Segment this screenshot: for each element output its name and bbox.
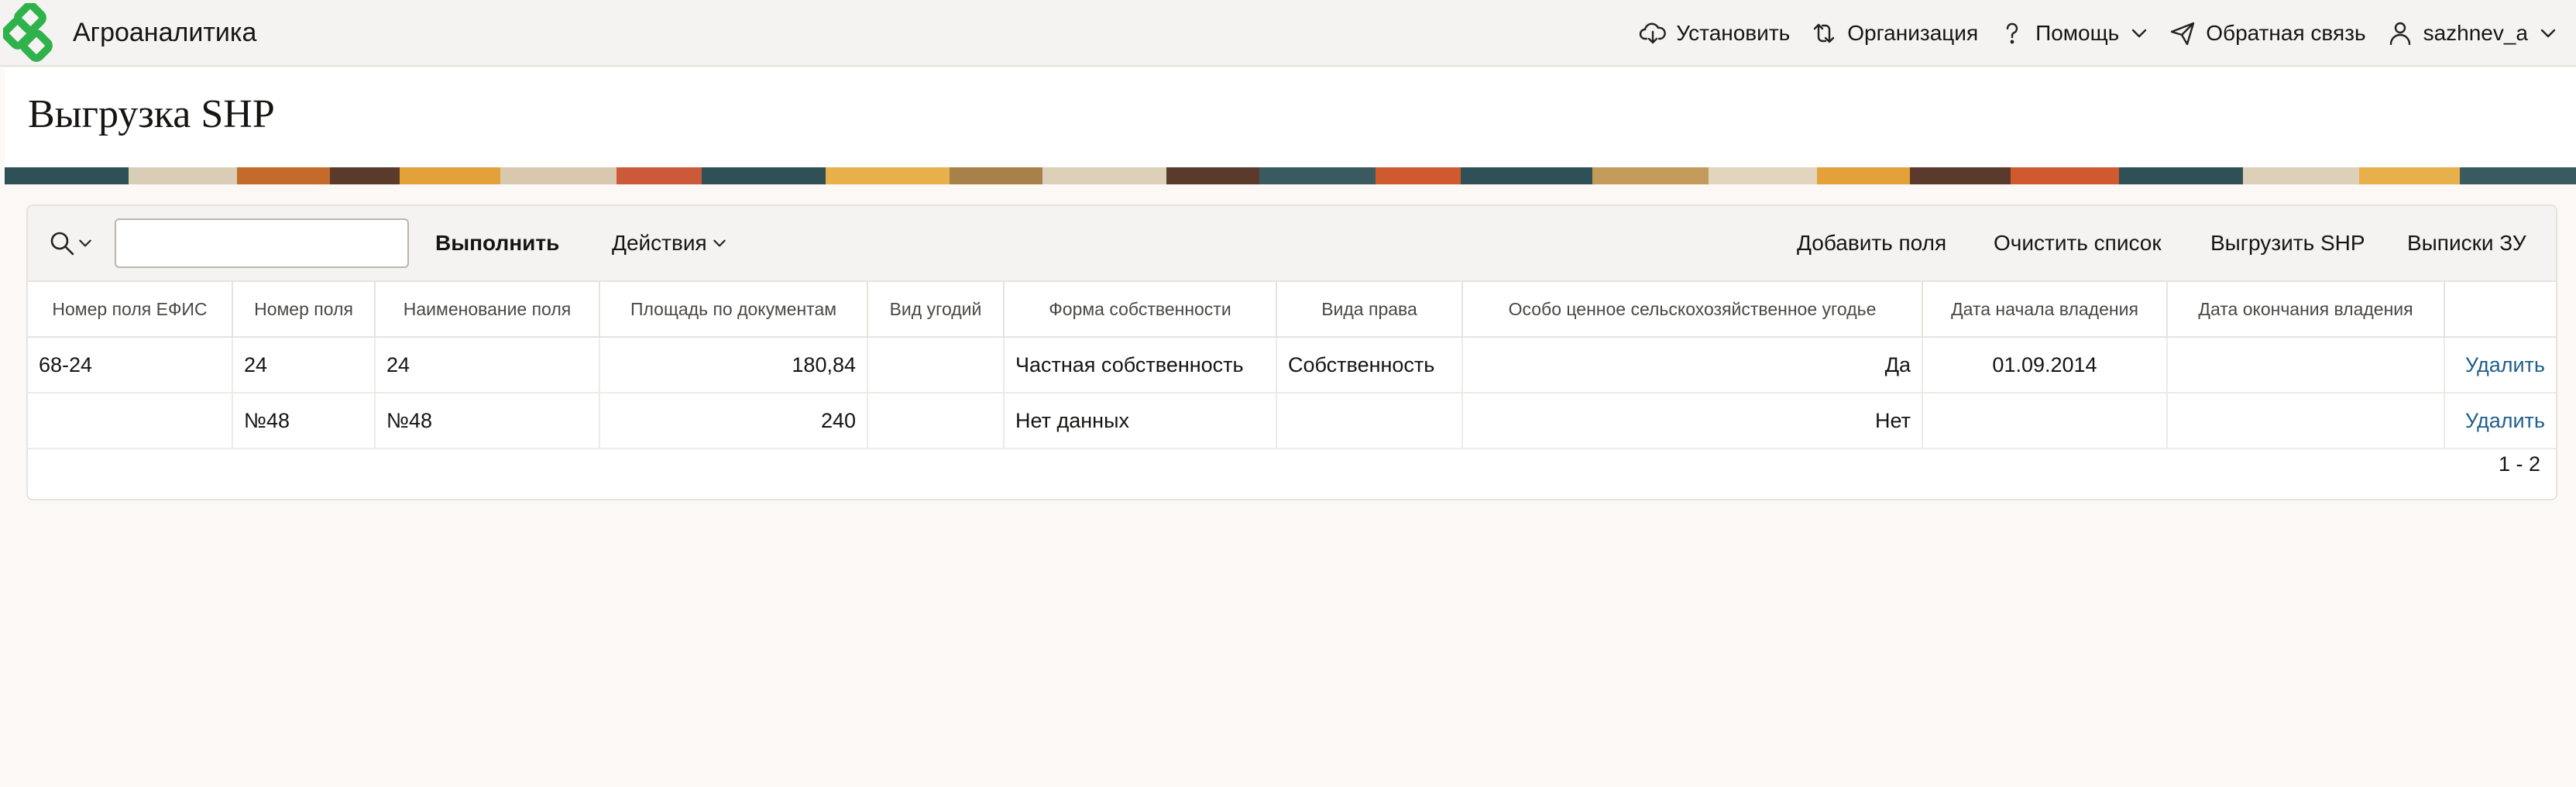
column-header-ownership[interactable]: Форма собственности xyxy=(1004,282,1277,338)
cell-start-date xyxy=(1922,393,2168,449)
report-toolbar: Выполнить Действия Добавить поля Очистит… xyxy=(28,206,2556,282)
column-header-area[interactable]: Площадь по документам xyxy=(599,282,868,338)
table-row: №48 №48 240 Нет данных Нет Удалить xyxy=(28,393,2556,449)
cell-start-date: 01.09.2014 xyxy=(1922,337,2168,394)
delete-link[interactable]: Удалить xyxy=(2465,353,2545,376)
cell-land-type xyxy=(867,337,1005,394)
help-menu[interactable]: Помощь xyxy=(1998,19,2148,47)
actions-menu-button[interactable]: Действия xyxy=(612,225,727,262)
pagination-range: 1 - 2 xyxy=(2498,452,2540,476)
app-name: Агроаналитика xyxy=(73,17,257,47)
cell-end-date xyxy=(2167,337,2445,394)
install-label: Установить xyxy=(1676,21,1791,45)
cell-right-type: Собственность xyxy=(1276,337,1463,394)
swap-arrows-icon xyxy=(1814,23,1835,43)
paper-plane-icon xyxy=(2171,22,2195,46)
land-extracts-button[interactable]: Выписки ЗУ xyxy=(2407,225,2526,262)
feedback-button[interactable]: Обратная связь xyxy=(2169,19,2366,47)
feedback-label: Обратная связь xyxy=(2206,21,2366,45)
cell-field-number: 24 xyxy=(232,337,376,394)
agroanalytics-logo-icon xyxy=(3,3,53,62)
column-header-actions xyxy=(2444,282,2556,338)
report-region: Выполнить Действия Добавить поля Очистит… xyxy=(26,204,2557,500)
organization-label: Организация xyxy=(1847,21,1979,45)
chevron-down-icon xyxy=(79,239,91,247)
table-row: 68-24 24 24 180,84 Частная собственность… xyxy=(28,337,2556,394)
chevron-down-icon xyxy=(2132,29,2147,38)
cell-valuable-land: Да xyxy=(1462,337,1923,394)
run-button[interactable]: Выполнить xyxy=(435,225,559,262)
chevron-down-icon xyxy=(713,239,726,247)
cell-field-number: №48 xyxy=(232,393,376,449)
top-navigation-bar: Агроаналитика Установить Организация Пом… xyxy=(0,0,2576,67)
cell-ownership: Нет данных xyxy=(1004,393,1277,449)
cell-field-name: №48 xyxy=(375,393,600,449)
user-icon xyxy=(2389,22,2410,46)
cell-valuable-land: Нет xyxy=(1462,393,1923,449)
cell-field-name: 24 xyxy=(375,337,600,394)
column-header-end-date[interactable]: Дата окончания владения xyxy=(2167,282,2445,338)
fields-table: Номер поля ЕФИС Номер поля Наименование … xyxy=(28,282,2556,449)
user-name: sazhnev_a xyxy=(2423,21,2528,45)
search-column-menu[interactable] xyxy=(48,228,94,259)
search-input[interactable] xyxy=(115,218,409,268)
delete-link[interactable]: Удалить xyxy=(2465,409,2545,432)
column-header-field-name[interactable]: Наименование поля xyxy=(375,282,600,338)
column-header-field-number[interactable]: Номер поля xyxy=(232,282,376,338)
chevron-down-icon xyxy=(2540,29,2556,38)
decorative-banner xyxy=(5,167,2576,184)
clear-list-button[interactable]: Очистить список xyxy=(1994,225,2162,262)
table-header-row: Номер поля ЕФИС Номер поля Наименование … xyxy=(28,282,2556,338)
cell-area: 240 xyxy=(599,393,868,449)
cell-end-date xyxy=(2167,393,2445,449)
add-fields-button[interactable]: Добавить поля xyxy=(1797,225,1946,262)
column-header-valuable-land[interactable]: Особо ценное сельскохозяйственное угодье xyxy=(1462,282,1923,338)
cell-efis xyxy=(28,393,233,449)
export-shp-button[interactable]: Выгрузить SHP xyxy=(2210,225,2365,262)
page-title: Выгрузка SHP xyxy=(28,92,275,136)
column-header-start-date[interactable]: Дата начала владения xyxy=(1922,282,2168,338)
top-nav-menu: Установить Организация Помощь Обратная с… xyxy=(1619,0,2576,67)
organization-button[interactable]: Организация xyxy=(1810,19,1978,47)
user-menu[interactable]: sazhnev_a xyxy=(2386,19,2557,47)
cell-right-type xyxy=(1276,393,1463,449)
search-icon xyxy=(50,232,74,256)
cell-land-type xyxy=(867,393,1005,449)
column-header-efis[interactable]: Номер поля ЕФИС xyxy=(28,282,233,338)
cloud-download-icon xyxy=(1640,22,1667,44)
column-header-right-type[interactable]: Вида права xyxy=(1276,282,1463,338)
install-button[interactable]: Установить xyxy=(1639,19,1790,47)
actions-label: Действия xyxy=(612,231,707,255)
cell-efis: 68-24 xyxy=(28,337,233,394)
page-header: Выгрузка SHP xyxy=(5,68,2576,167)
question-icon xyxy=(2006,22,2018,44)
help-label: Помощь xyxy=(2035,21,2120,45)
column-header-land-type[interactable]: Вид угодий xyxy=(867,282,1005,338)
brand[interactable]: Агроаналитика xyxy=(0,0,256,66)
cell-area: 180,84 xyxy=(599,337,868,394)
cell-ownership: Частная собственность xyxy=(1004,337,1277,394)
